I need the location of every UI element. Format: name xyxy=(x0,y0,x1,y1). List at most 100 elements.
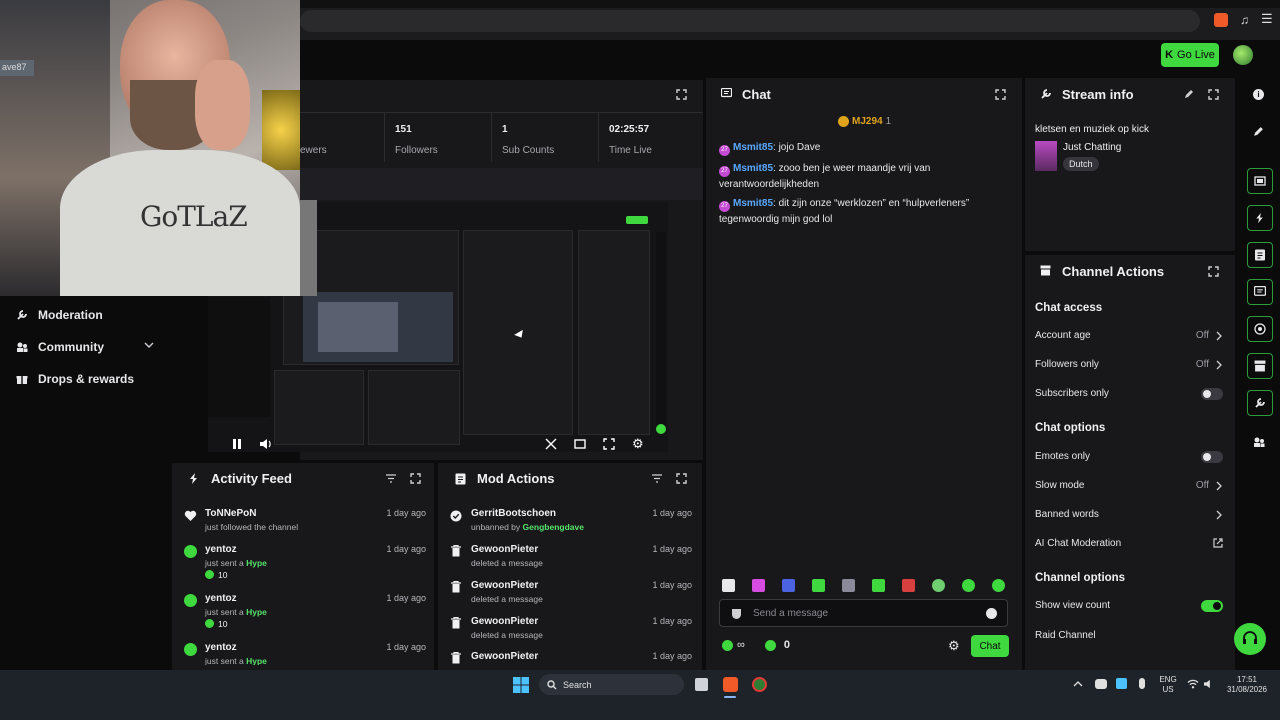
avatar[interactable] xyxy=(1233,45,1253,65)
edit-icon[interactable] xyxy=(1253,126,1264,137)
emote-icon[interactable] xyxy=(872,579,885,592)
chat-input[interactable]: Send a message xyxy=(719,599,1008,627)
discord-icon[interactable] xyxy=(1095,679,1107,689)
music-icon[interactable]: ♫ xyxy=(1240,13,1249,27)
emote-icon[interactable] xyxy=(902,579,915,592)
rail-video-button[interactable] xyxy=(1247,168,1273,194)
support-headset-icon[interactable] xyxy=(1234,623,1266,655)
microphone-icon[interactable] xyxy=(1139,678,1145,689)
keyboard-language[interactable]: ENG US xyxy=(1156,675,1180,695)
feed-username[interactable]: ToNNePoN xyxy=(205,508,256,519)
clock[interactable]: 17:51 31/08/2026 xyxy=(1218,675,1276,695)
emote-icon[interactable] xyxy=(752,579,765,592)
taskbar-search[interactable]: Search xyxy=(539,674,684,695)
subscriber-badge-icon: 27 xyxy=(719,201,730,212)
expand-icon[interactable] xyxy=(410,473,421,484)
feed-username[interactable]: yentoz xyxy=(205,593,237,604)
sidebar-item-moderation[interactable]: Moderation xyxy=(16,308,103,322)
emote-icon[interactable] xyxy=(842,579,855,592)
emote-icon[interactable] xyxy=(962,579,975,592)
gift-icon xyxy=(16,376,28,384)
mod-target-user[interactable]: GewoonPieter xyxy=(471,544,538,555)
settings-gear-icon[interactable]: ⚙ xyxy=(632,437,646,451)
expand-icon[interactable] xyxy=(676,89,687,100)
chat-message: 27 Msmit85: zooo ben je weer maandje vrij… xyxy=(719,161,1009,192)
expand-icon[interactable] xyxy=(1208,89,1219,100)
brave-shield-icon[interactable] xyxy=(1214,13,1228,27)
mod-target-user[interactable]: GewoonPieter xyxy=(471,616,538,627)
emote-icon[interactable] xyxy=(992,579,1005,592)
brave-browser-icon[interactable] xyxy=(723,677,738,692)
wifi-icon[interactable] xyxy=(1187,679,1199,689)
expand-icon[interactable] xyxy=(995,89,1006,100)
ai-chat-moderation-row[interactable]: AI Chat Moderation xyxy=(1025,534,1235,554)
mod-target-user[interactable]: GewoonPieter xyxy=(471,580,538,591)
clip-icon[interactable] xyxy=(545,438,559,452)
filter-icon[interactable] xyxy=(652,474,662,483)
category-name[interactable]: Just Chatting xyxy=(1063,142,1121,153)
speaker-icon[interactable] xyxy=(1203,679,1215,689)
expand-icon[interactable] xyxy=(1208,266,1219,277)
task-view-icon[interactable] xyxy=(695,678,708,691)
app-icon[interactable] xyxy=(752,677,767,692)
go-live-button[interactable]: K Go Live xyxy=(1161,43,1219,67)
community-icon[interactable] xyxy=(1253,436,1265,448)
expand-icon[interactable] xyxy=(676,473,687,484)
chat-username[interactable]: Msmit85 xyxy=(733,163,773,174)
feed-username[interactable]: yentoz xyxy=(205,544,237,555)
rail-store-button[interactable] xyxy=(1247,353,1273,379)
bolt-icon xyxy=(1256,212,1263,224)
rail-wrench-button[interactable] xyxy=(1247,390,1273,416)
chat-username[interactable]: Msmit85 xyxy=(733,198,773,209)
fullscreen-icon[interactable] xyxy=(603,438,617,452)
mod-target-user[interactable]: GewoonPieter xyxy=(471,651,538,662)
emote-icon[interactable] xyxy=(932,579,945,592)
raid-channel-row[interactable]: Raid Channel xyxy=(1025,626,1235,646)
chevron-up-icon[interactable] xyxy=(1073,680,1083,688)
edit-icon[interactable] xyxy=(1184,89,1194,99)
windows-start-icon[interactable] xyxy=(513,677,529,693)
account-age-row[interactable]: Account age Off xyxy=(1025,326,1235,346)
external-link-icon xyxy=(1213,538,1223,548)
emote-icon[interactable] xyxy=(722,579,735,592)
feed-username[interactable]: yentoz xyxy=(205,642,237,653)
slow-mode-row[interactable]: Slow mode Off xyxy=(1025,476,1235,496)
rail-record-button[interactable] xyxy=(1247,316,1273,342)
rail-bolt-button[interactable] xyxy=(1247,205,1273,231)
feed-time: 1 day ago xyxy=(386,642,426,652)
emote-icon[interactable] xyxy=(812,579,825,592)
chat-settings-icon[interactable]: ⚙ xyxy=(948,638,960,654)
subscribers-only-toggle[interactable] xyxy=(1201,388,1223,400)
volume-icon[interactable] xyxy=(259,438,273,452)
emote-icon[interactable] xyxy=(782,579,795,592)
banned-words-row[interactable]: Banned words xyxy=(1025,505,1235,525)
tray-app-icon[interactable] xyxy=(1116,678,1127,689)
address-bar[interactable] xyxy=(300,10,1200,32)
trash-icon xyxy=(451,545,461,557)
chat-username[interactable]: Msmit85 xyxy=(733,142,773,153)
menu-icon[interactable]: ☰ xyxy=(1261,11,1273,27)
chat-footer: ∞ 0 xyxy=(722,639,790,651)
filter-icon[interactable] xyxy=(386,474,396,483)
sidebar-item-community[interactable]: Community xyxy=(16,340,104,354)
feed-time: 1 day ago xyxy=(386,593,426,603)
chevron-down-icon[interactable] xyxy=(144,341,154,349)
pause-icon[interactable] xyxy=(232,438,246,452)
stat-followers: 151 Followers xyxy=(384,112,491,162)
emoji-icon[interactable] xyxy=(986,608,997,619)
sidebar-item-drops-rewards[interactable]: Drops & rewards xyxy=(16,372,134,386)
rail-chat-button[interactable] xyxy=(1247,279,1273,305)
pinned-gifter[interactable]: MJ294 1 xyxy=(838,116,891,127)
send-chat-button[interactable]: Chat xyxy=(971,635,1009,657)
moderator-name[interactable]: Gengbengdave xyxy=(523,522,584,532)
emotes-only-toggle[interactable] xyxy=(1201,451,1223,463)
mod-target-user[interactable]: GerritBootschoen xyxy=(471,508,556,519)
show-view-count-toggle[interactable] xyxy=(1201,600,1223,612)
info-icon[interactable]: i xyxy=(1253,89,1264,100)
category-thumbnail[interactable] xyxy=(1035,141,1057,171)
rail-list-button[interactable] xyxy=(1247,242,1273,268)
followers-only-row[interactable]: Followers only Off xyxy=(1025,355,1235,375)
pinned-username[interactable]: MJ294 xyxy=(852,116,883,127)
theater-mode-icon[interactable] xyxy=(574,438,588,452)
language-tag[interactable]: Dutch xyxy=(1063,157,1099,171)
